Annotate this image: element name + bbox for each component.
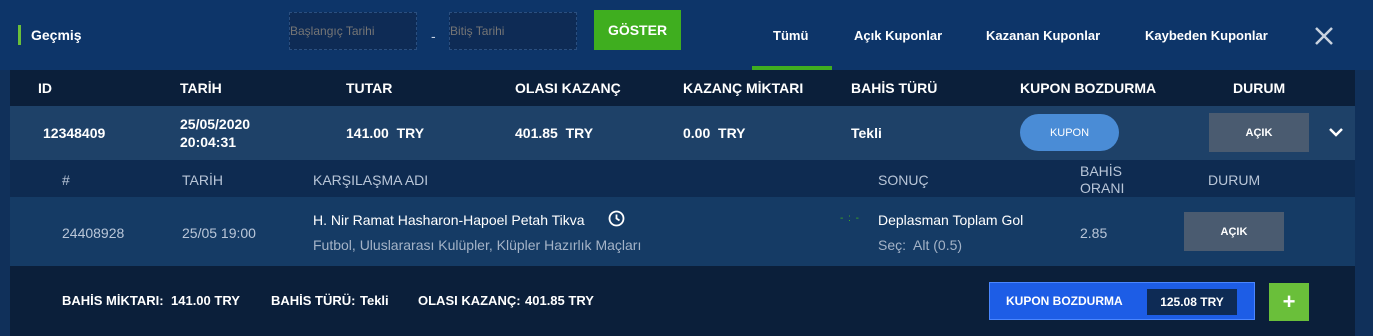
panel-right-edge xyxy=(1355,70,1373,336)
coupon-bet-type: Tekli xyxy=(851,125,882,141)
show-button[interactable]: GÖSTER xyxy=(594,10,681,50)
selection-market: Deplasman Toplam Gol xyxy=(878,212,1024,228)
selection-odds: 2.85 xyxy=(1080,225,1108,241)
start-date-input[interactable] xyxy=(289,12,417,50)
coupon-time: 20:04:31 xyxy=(180,134,237,150)
column-possible-win: OLASI KAZANÇ xyxy=(515,80,621,96)
match-league: Futbol, Uluslararası Kulüpler, Klüpler H… xyxy=(313,237,642,253)
tab-all[interactable]: Tümü xyxy=(773,28,808,43)
column-bet-type: BAHİS TÜRÜ xyxy=(851,80,938,96)
summary-bet-type: Tekli xyxy=(360,293,389,308)
column-status: DURUM xyxy=(1233,80,1286,96)
title-accent-bar xyxy=(18,25,21,45)
column-win-amount: KAZANÇ MİKTARI xyxy=(683,80,804,96)
column-id: ID xyxy=(38,80,52,96)
cashout-label: KUPON BOZDURMA xyxy=(1006,294,1123,308)
summary-possible-win: 401.85 TRY xyxy=(525,293,594,308)
panel-left-edge xyxy=(0,70,10,336)
coupon-id: 12348409 xyxy=(43,125,106,141)
selection-number: 24408928 xyxy=(62,225,125,241)
close-icon[interactable] xyxy=(1312,24,1336,48)
summary-bet-amount-label: BAHİS MİKTARI: xyxy=(62,293,164,308)
history-panel: Geçmiş - GÖSTER Tümü Açık Kuponlar Kazan… xyxy=(0,0,1373,336)
detail-column-result: SONUÇ xyxy=(878,172,929,188)
column-amount: TUTAR xyxy=(346,80,393,96)
add-button[interactable]: + xyxy=(1269,283,1309,321)
match-name: H. Nir Ramat Hasharon-Hapoel Petah Tikva xyxy=(313,212,585,228)
tab-losing-coupons[interactable]: Kaybeden Kuponlar xyxy=(1145,28,1268,43)
selection-status-badge: AÇIK xyxy=(1184,212,1284,251)
tab-winning-coupons[interactable]: Kazanan Kuponlar xyxy=(986,28,1100,43)
column-date: TARİH xyxy=(180,80,222,96)
detail-column-number: # xyxy=(62,172,70,188)
coupon-amount: 141.00 TRY xyxy=(346,125,425,141)
match-score: - : - xyxy=(840,213,860,224)
detail-column-date: TARİH xyxy=(182,172,223,188)
coupon-cashout-button[interactable]: KUPON xyxy=(1020,114,1119,151)
cashout-button[interactable]: KUPON BOZDURMA 125.08 TRY xyxy=(989,282,1255,320)
date-range-dash: - xyxy=(431,28,436,44)
coupon-possible-win: 401.85 TRY xyxy=(515,125,594,141)
detail-column-odds-line1: BAHİS xyxy=(1080,163,1123,179)
title-area: Geçmiş xyxy=(18,24,82,46)
coupon-date: 25/05/2020 xyxy=(180,116,251,132)
chevron-down-icon[interactable] xyxy=(1328,124,1344,140)
detail-column-status: DURUM xyxy=(1208,172,1261,188)
detail-column-odds-line2: ORANI xyxy=(1080,180,1125,196)
selection-choice: Seç: Alt (0.5) xyxy=(878,237,963,253)
end-date-input[interactable] xyxy=(449,12,577,50)
column-cashout: KUPON BOZDURMA xyxy=(1020,80,1157,96)
page-title: Geçmiş xyxy=(31,27,82,43)
cashout-amount: 125.08 TRY xyxy=(1147,289,1237,315)
tab-open-coupons[interactable]: Açık Kuponlar xyxy=(854,28,942,43)
selection-date: 25/05 19:00 xyxy=(182,225,256,241)
detail-column-match: KARŞILAŞMA ADI xyxy=(313,172,429,188)
summary-possible-win-label: OLASI KAZANÇ: xyxy=(418,293,521,308)
summary-bet-amount: 141.00 TRY xyxy=(171,293,240,308)
coupon-status-badge: AÇIK xyxy=(1209,113,1309,152)
clock-icon xyxy=(608,210,625,227)
summary-bet-type-label: BAHİS TÜRÜ: xyxy=(271,293,356,308)
coupon-win-amount: 0.00 TRY xyxy=(683,125,746,141)
